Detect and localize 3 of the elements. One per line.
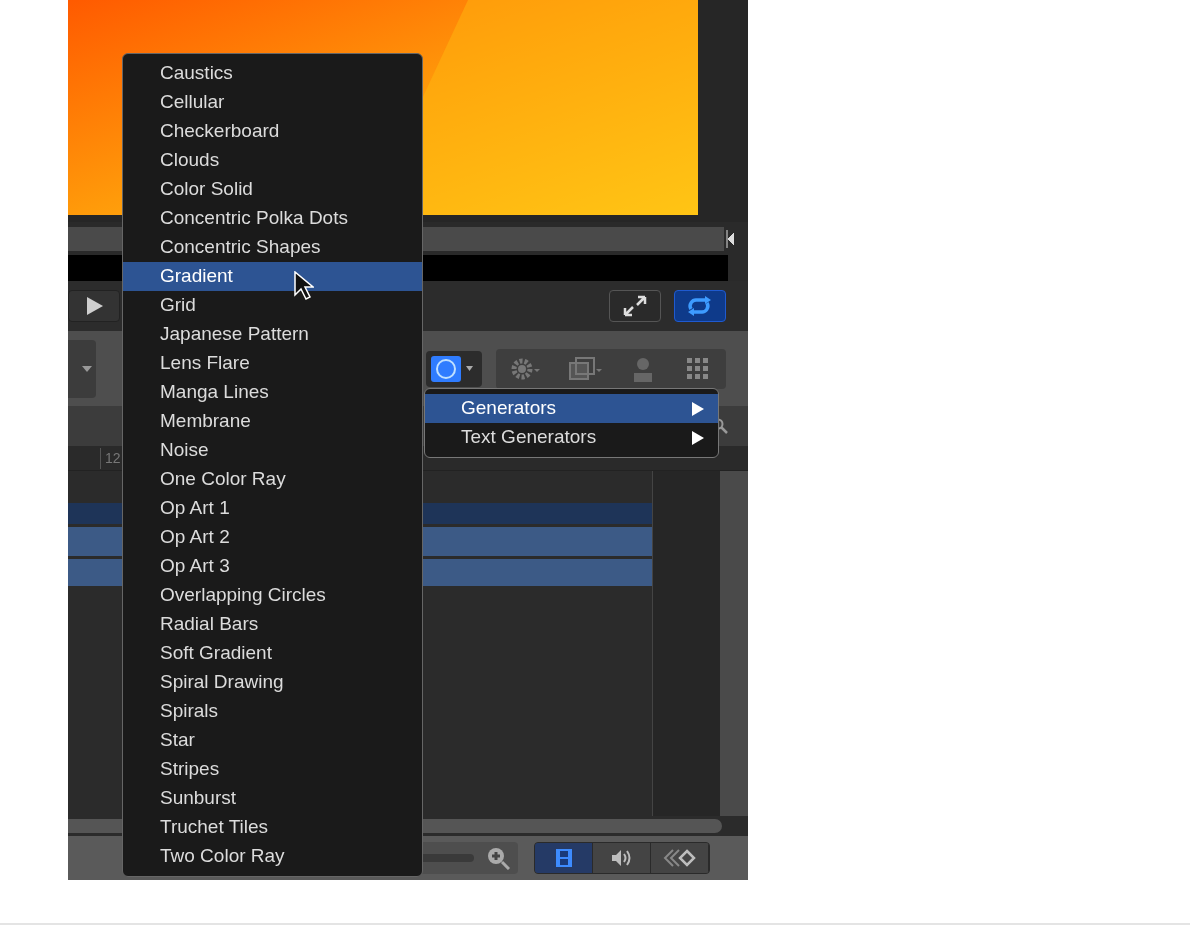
menu-item-label: Text Generators <box>461 425 597 450</box>
menu-item-label: Generators <box>461 396 557 421</box>
ruler-label: 12 <box>100 447 121 469</box>
